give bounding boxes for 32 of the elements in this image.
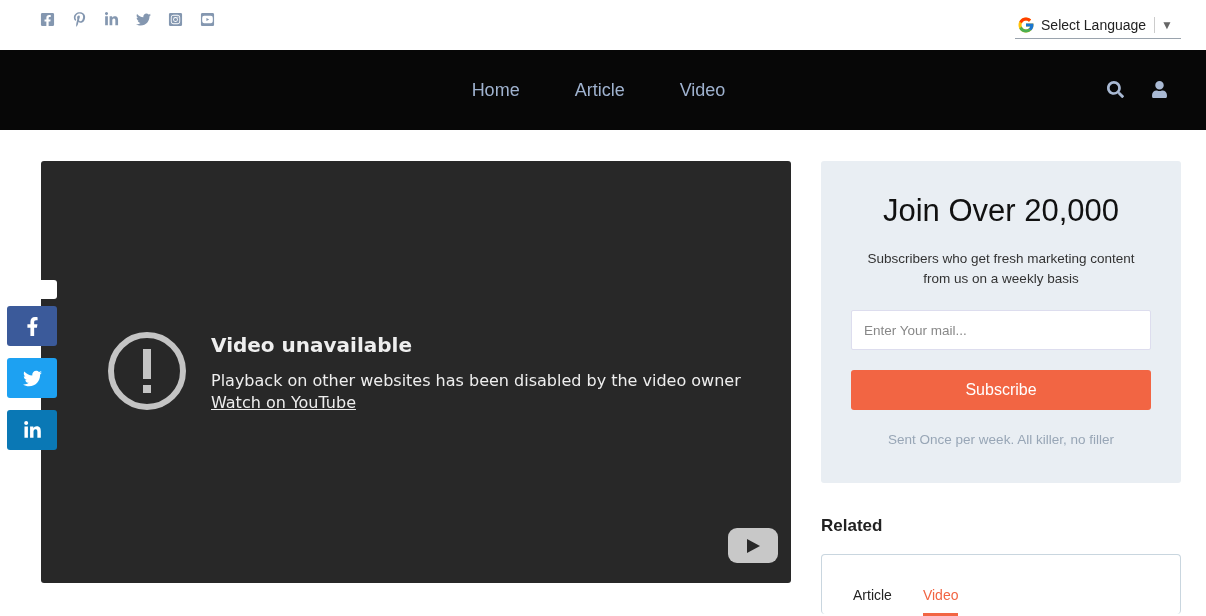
pinterest-icon[interactable] xyxy=(72,12,87,27)
language-label: Select Language xyxy=(1041,17,1156,33)
play-icon xyxy=(745,537,761,554)
user-icon[interactable] xyxy=(1151,81,1168,98)
twitter-share-button[interactable] xyxy=(7,358,57,398)
linkedin-icon xyxy=(22,420,42,440)
search-icon[interactable] xyxy=(1107,81,1124,98)
subscribe-note: Sent Once per week. All killer, no filler xyxy=(888,432,1114,447)
google-icon xyxy=(1017,16,1035,34)
play-button[interactable] xyxy=(728,528,778,563)
email-field[interactable]: Enter Your mail... xyxy=(851,310,1151,350)
nav-link[interactable]: Home xyxy=(471,79,520,101)
youtube-icon[interactable] xyxy=(200,12,215,27)
facebook-share-button[interactable] xyxy=(7,306,57,346)
video-title: Video unavailable xyxy=(211,333,413,357)
subscribe-heading: Join Over 20,000 xyxy=(882,193,1120,229)
watch-link[interactable]: Watch on YouTube xyxy=(211,393,356,412)
twitter-icon[interactable] xyxy=(136,12,151,27)
linkedin-icon[interactable] xyxy=(104,12,119,27)
facebook-icon[interactable] xyxy=(40,12,55,27)
related-heading: Related xyxy=(821,516,884,536)
linkedin-share-button[interactable] xyxy=(7,410,57,450)
related-tab[interactable]: Article xyxy=(853,585,892,616)
nav-link[interactable]: Article xyxy=(574,79,625,101)
language-selector[interactable]: Select Language ▼ xyxy=(1015,14,1181,39)
nav-link[interactable]: Video xyxy=(679,79,726,101)
warning-icon xyxy=(107,331,187,411)
caret-icon: ▼ xyxy=(1161,18,1173,32)
instagram-icon[interactable] xyxy=(168,12,183,27)
subscribe-text: Subscribers who get fresh marketing content from us on a weekly basis xyxy=(866,250,1136,288)
twitter-icon xyxy=(22,368,42,388)
video-message: Playback on other websites has been disabled by the video owner xyxy=(211,370,741,392)
